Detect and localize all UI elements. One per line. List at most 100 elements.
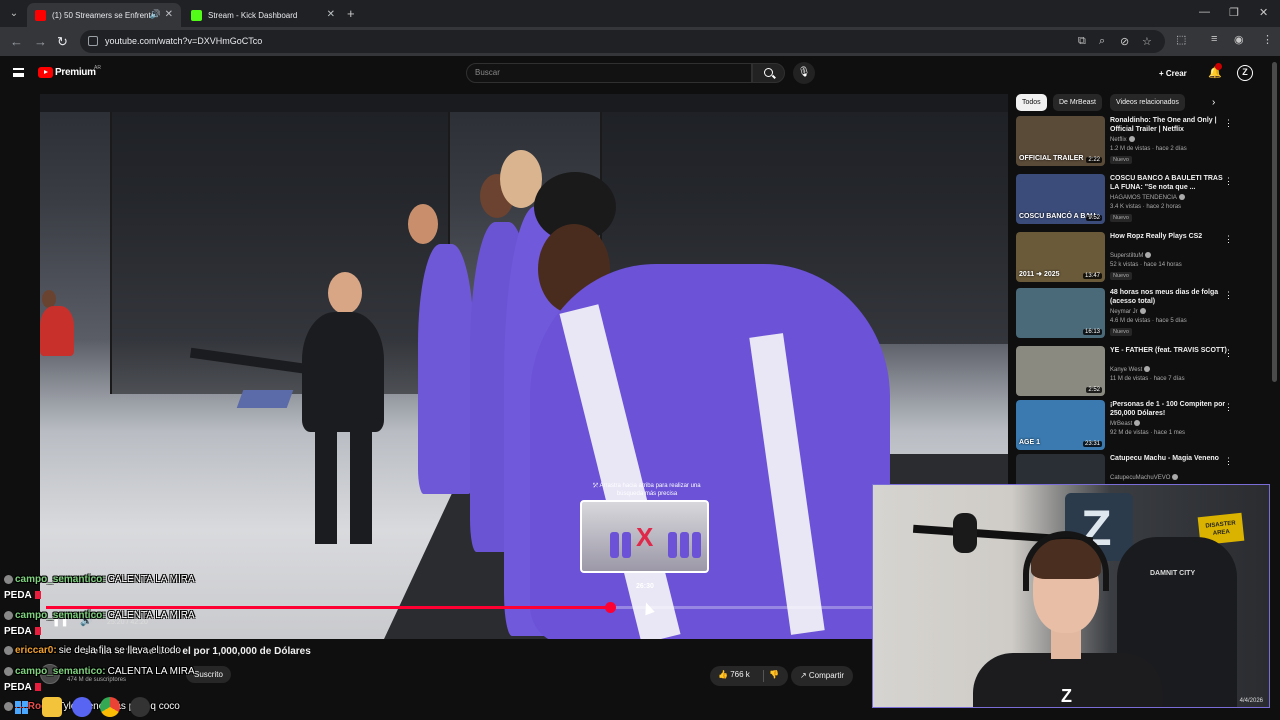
tab-search-icon[interactable]: ⌄ bbox=[5, 5, 23, 23]
zoom-icon[interactable]: ⌕ bbox=[1099, 35, 1105, 48]
url-text[interactable]: youtube.com/watch?v=DXVHmGoCTco bbox=[105, 36, 262, 46]
chat-tag-text: PEDA bbox=[4, 682, 32, 693]
taskbar bbox=[0, 695, 240, 720]
recommendation-item[interactable]: OFFICIAL TRAILER 2:22 Ronaldinho: The One … bbox=[1015, 116, 1270, 170]
hamburger-menu-icon[interactable] bbox=[13, 68, 24, 77]
minimize-icon[interactable]: — bbox=[1199, 6, 1210, 18]
site-info-icon[interactable] bbox=[88, 36, 98, 46]
verified-check-icon bbox=[1139, 308, 1146, 314]
progress-scrubber-handle[interactable] bbox=[605, 602, 616, 613]
address-bar[interactable]: youtube.com/watch?v=DXVHmGoCTco ⧉ ⌕ ⊘ ☆ bbox=[80, 30, 1165, 53]
chrome-icon[interactable] bbox=[100, 697, 120, 717]
channel-name[interactable]: MrBeast bbox=[1110, 420, 1141, 427]
channel-name-text: Kanye West bbox=[1110, 366, 1143, 373]
recommendation-title[interactable]: ¡Personas de 1 - 100 Compiten por 250,00… bbox=[1110, 400, 1232, 418]
video-thumbnail[interactable]: 2011 ➜ 2025 13:47 bbox=[1016, 232, 1105, 282]
dislike-button[interactable]: 👎 bbox=[769, 670, 779, 679]
new-tab-icon[interactable]: + bbox=[347, 6, 355, 21]
chevron-right-icon[interactable]: › bbox=[1212, 97, 1215, 108]
thumbs-down-icon: 👎 bbox=[769, 670, 779, 679]
page-scrollbar[interactable] bbox=[1272, 62, 1277, 382]
like-button[interactable]: 👍 766 k bbox=[718, 670, 750, 679]
recommendation-title[interactable]: COSCU BANCÓ A BAULETI TRAS LA FUNA: "Se … bbox=[1110, 174, 1232, 192]
avatar[interactable]: Z bbox=[1237, 65, 1253, 81]
speaker-icon[interactable]: 🔊 bbox=[150, 9, 161, 20]
search-button[interactable] bbox=[752, 63, 785, 83]
chat-tag-text: PEDA bbox=[4, 626, 32, 637]
restore-icon[interactable]: ❐ bbox=[1229, 6, 1239, 19]
recommendation-item[interactable]: 16:13 48 horas nos meus dias de folga (ac… bbox=[1015, 288, 1270, 342]
youtube-logo-icon[interactable] bbox=[38, 67, 53, 78]
app-icon[interactable] bbox=[130, 697, 150, 717]
video-thumbnail[interactable]: 2:52 bbox=[1016, 346, 1105, 396]
search-input[interactable]: Buscar bbox=[466, 63, 752, 83]
recommendation-item[interactable]: COSCU BANCÓ A BAU... 9:52 COSCU BANCÓ A BA… bbox=[1015, 174, 1270, 228]
like-dislike-pill: 👍 766 k 👎 bbox=[710, 666, 788, 686]
back-icon[interactable]: ← bbox=[10, 34, 23, 49]
recommendation-item[interactable]: 2:52 YE - FATHER (feat. TRAVIS SCOTT) Kany… bbox=[1015, 346, 1270, 400]
forward-icon[interactable]: → bbox=[34, 34, 47, 49]
chip-videos-relacionados[interactable]: Videos relacionados bbox=[1110, 94, 1185, 111]
microphone-icon bbox=[953, 513, 977, 553]
cast-icon[interactable]: ⧉ bbox=[1078, 35, 1086, 48]
reading-list-icon[interactable]: ≡ bbox=[1211, 33, 1217, 45]
reload-icon[interactable]: ↻ bbox=[57, 34, 68, 50]
close-tab-icon[interactable]: ✕ bbox=[165, 9, 173, 20]
close-window-icon[interactable]: ✕ bbox=[1259, 6, 1268, 19]
recommendation-title[interactable]: Catupecu Machu - Magia Veneno bbox=[1110, 454, 1232, 463]
recommendation-title[interactable]: How Ropz Really Plays CS2 bbox=[1110, 232, 1232, 241]
new-badge: Nuevo bbox=[1110, 214, 1132, 222]
chip-todos[interactable]: Todos bbox=[1016, 94, 1047, 111]
more-options-icon[interactable]: ⋮ bbox=[1224, 234, 1233, 245]
channel-name-text: CatupecuMachuVEVO bbox=[1110, 474, 1171, 481]
video-thumbnail[interactable]: COSCU BANCÓ A BAU... 9:52 bbox=[1016, 174, 1105, 224]
windows-start-icon[interactable] bbox=[12, 697, 32, 717]
channel-name[interactable]: CatupecuMachuVEVO bbox=[1110, 474, 1179, 481]
channel-name[interactable]: Netflix bbox=[1110, 136, 1135, 143]
tab-kick[interactable]: Stream - Kick Dashboard ✕ bbox=[183, 3, 343, 27]
tab-youtube[interactable]: (1) 50 Streamers se Enfrentan 🔊 ✕ bbox=[27, 3, 181, 27]
tab-title: (1) 50 Streamers se Enfrentan bbox=[52, 10, 152, 20]
recommendation-item[interactable]: 2011 ➜ 2025 13:47 How Ropz Really Plays CS… bbox=[1015, 232, 1270, 286]
more-options-icon[interactable]: ⋮ bbox=[1224, 290, 1233, 301]
channel-name-text: HAGAMOS TENDENCIA bbox=[1110, 194, 1177, 201]
chat-message: ericcar0: sie de la fila se lleva el todo bbox=[4, 645, 181, 656]
duration-badge: 13:47 bbox=[1082, 273, 1102, 279]
view-meta: 3.4 K vistas · hace 2 horas bbox=[1110, 204, 1182, 210]
more-options-icon[interactable]: ⋮ bbox=[1224, 348, 1233, 359]
recommendation-title[interactable]: Ronaldinho: The One and Only | Official … bbox=[1110, 116, 1232, 134]
recommendation-title[interactable]: YE - FATHER (feat. TRAVIS SCOTT) bbox=[1110, 346, 1232, 355]
video-thumbnail[interactable]: AGE 1 23:31 bbox=[1016, 400, 1105, 450]
video-thumbnail[interactable]: 16:13 bbox=[1016, 288, 1105, 338]
more-options-icon[interactable]: ⋮ bbox=[1224, 118, 1233, 129]
channel-name[interactable]: Neymar Jr bbox=[1110, 308, 1146, 315]
recommendation-item[interactable]: AGE 1 23:31 ¡Personas de 1 - 100 Compiten … bbox=[1015, 400, 1270, 454]
recommendation-title[interactable]: 48 horas nos meus dias de folga (acesso … bbox=[1110, 288, 1232, 306]
bookmark-star-icon[interactable]: ☆ bbox=[1142, 35, 1152, 48]
tab-title: Stream - Kick Dashboard bbox=[208, 10, 298, 20]
channel-name[interactable]: Kanye West bbox=[1110, 366, 1151, 373]
eye-off-icon[interactable]: ⊘ bbox=[1120, 35, 1129, 48]
progress-bar[interactable] bbox=[46, 602, 986, 613]
mic-icon[interactable]: 🎙 bbox=[793, 62, 815, 84]
video-player[interactable]: ⤱ Arrastra hacia arriba para realizar un… bbox=[40, 94, 1008, 639]
chip-de-mrbeast[interactable]: De MrBeast bbox=[1053, 94, 1102, 111]
extensions-icon[interactable]: ⬚ bbox=[1176, 33, 1186, 46]
kick-favicon-icon bbox=[191, 9, 202, 21]
discord-icon[interactable] bbox=[72, 697, 92, 717]
verified-check-icon bbox=[1178, 194, 1185, 200]
more-options-icon[interactable]: ⋮ bbox=[1224, 176, 1233, 187]
profile-icon[interactable]: ◉ bbox=[1234, 33, 1244, 46]
file-explorer-icon[interactable] bbox=[42, 697, 62, 717]
share-button[interactable]: ↗ Compartir bbox=[791, 666, 853, 686]
youtube-premium-label[interactable]: Premium bbox=[55, 67, 96, 78]
video-thumbnail[interactable]: OFFICIAL TRAILER 2:22 bbox=[1016, 116, 1105, 166]
channel-name[interactable]: SuperstiltuM bbox=[1110, 252, 1152, 259]
channel-name[interactable]: HAGAMOS TENDENCIA bbox=[1110, 194, 1185, 201]
close-tab-icon[interactable]: ✕ bbox=[327, 9, 335, 20]
create-button[interactable]: + Crear bbox=[1153, 65, 1193, 82]
menu-kebab-icon[interactable]: ⋮ bbox=[1262, 33, 1273, 46]
more-options-icon[interactable]: ⋮ bbox=[1224, 456, 1233, 467]
more-options-icon[interactable]: ⋮ bbox=[1224, 402, 1233, 413]
duration-badge: 9:52 bbox=[1086, 215, 1102, 221]
